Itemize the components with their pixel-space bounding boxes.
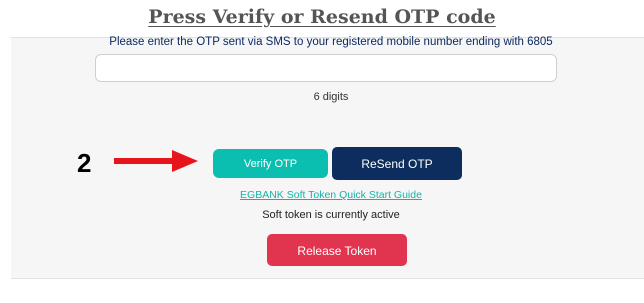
resend-otp-button[interactable]: ReSend OTP — [332, 147, 462, 180]
quick-start-guide-link[interactable]: EGBANK Soft Token Quick Start Guide — [0, 189, 644, 201]
verify-otp-button[interactable]: Verify OTP — [213, 149, 328, 178]
otp-page: Press Verify or Resend OTP code Please e… — [0, 0, 644, 303]
right-arrow-icon — [114, 150, 198, 172]
page-title: Press Verify or Resend OTP code — [148, 6, 496, 28]
otp-input[interactable] — [95, 54, 557, 82]
otp-instruction: Please enter the OTP sent via SMS to you… — [109, 36, 553, 48]
step-number: 2 — [77, 148, 92, 178]
token-status-text: Soft token is currently active — [262, 209, 400, 221]
digits-hint: 6 digits — [313, 91, 349, 103]
release-token-button[interactable]: Release Token — [267, 234, 407, 266]
